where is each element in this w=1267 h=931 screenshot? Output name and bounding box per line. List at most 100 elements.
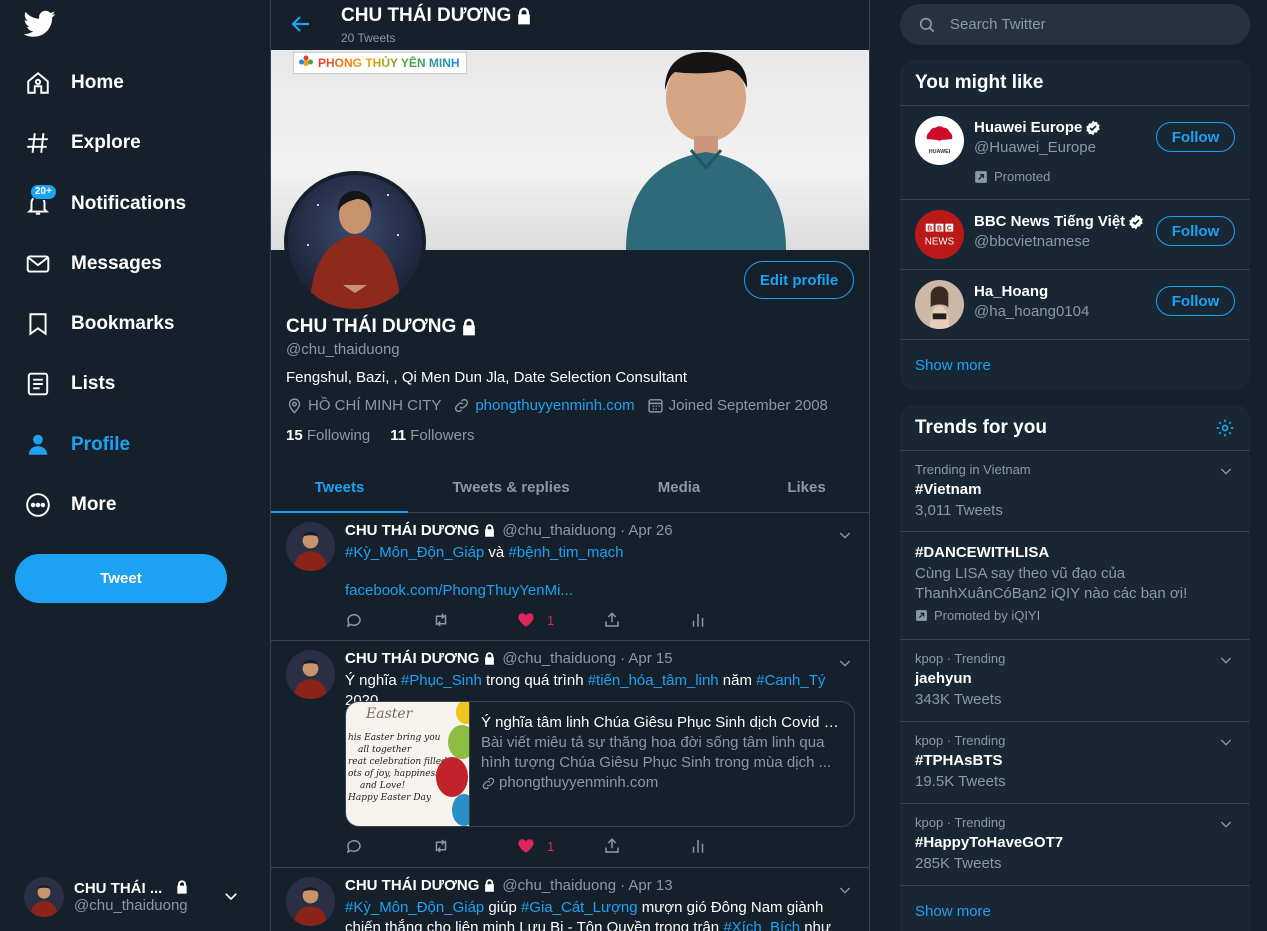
chevron-down-icon[interactable]: [1218, 463, 1234, 484]
user-suggestion[interactable]: Ha_Hoang @ha_hoang0104 Follow: [900, 270, 1250, 340]
analytics-button[interactable]: [689, 837, 775, 855]
flower-logo-icon: [299, 55, 313, 66]
like-button[interactable]: 1: [517, 837, 603, 855]
hashtag-link[interactable]: #Xích_Bích: [723, 919, 800, 931]
tab-tweets[interactable]: Tweets: [271, 461, 408, 513]
chevron-down-icon[interactable]: [1218, 734, 1234, 755]
followers-link[interactable]: 11 Followers: [390, 427, 474, 444]
tab-media[interactable]: Media: [614, 461, 744, 513]
tweet-author-name[interactable]: CHU THÁI DƯƠNG: [345, 877, 479, 894]
nav-lists[interactable]: Lists: [24, 364, 115, 404]
lock-icon: [482, 878, 497, 893]
user-suggestion[interactable]: HUAWEI Huawei Europe @Huawei_Europe Prom…: [900, 106, 1250, 200]
profile-website[interactable]: phongthuyyenminh.com: [453, 397, 635, 414]
tweet-date[interactable]: · Apr 15: [620, 650, 673, 667]
tweet-author-name[interactable]: CHU THÁI DƯƠNG: [345, 522, 479, 539]
nav-lists-label: Lists: [71, 373, 116, 394]
profile-avatar[interactable]: [284, 171, 426, 313]
share-button[interactable]: [603, 837, 689, 855]
list-icon: [24, 370, 52, 398]
trend-item[interactable]: kpop · Trending #TPHAsBTS 19.5K Tweets: [900, 722, 1250, 804]
profile-name-row: CHU THÁI DƯƠNG: [286, 316, 479, 338]
trend-context: Trending in Vietnam: [915, 462, 1031, 477]
tab-likes[interactable]: Likes: [744, 461, 869, 513]
tweet-date[interactable]: · Apr 13: [620, 877, 673, 894]
trend-item[interactable]: kpop · Trending #HappyToHaveGOT7 285K Tw…: [900, 804, 1250, 886]
tweet-link[interactable]: facebook.com/PhongThuyYenMi...: [345, 581, 855, 601]
nav-notifications[interactable]: 20+ Notifications: [24, 184, 186, 224]
show-more-link[interactable]: Show more: [900, 340, 1250, 390]
follow-button[interactable]: Follow: [1156, 122, 1235, 152]
hashtag-link[interactable]: #bệnh_tim_mạch: [508, 544, 623, 561]
avatar: B B C NEWS: [915, 210, 964, 259]
promoted-icon: [916, 610, 927, 621]
nav-explore[interactable]: Explore: [24, 123, 141, 163]
trend-description: Cùng LISA say theo vũ đạo của ThanhXuânC…: [915, 565, 1188, 602]
gear-icon[interactable]: [1215, 418, 1235, 438]
nav-profile[interactable]: Profile: [24, 425, 130, 465]
nav-messages[interactable]: Messages: [24, 244, 162, 284]
nav-bookmarks[interactable]: Bookmarks: [24, 304, 175, 344]
user-suggestion[interactable]: B B C NEWS BBC News Tiếng Việt @bbcvietname…: [900, 200, 1250, 270]
tweet-button[interactable]: Tweet: [15, 554, 227, 603]
avatar[interactable]: [286, 650, 335, 699]
reply-button[interactable]: [345, 611, 431, 629]
tweet-actions: 1: [345, 837, 775, 855]
website-link[interactable]: phongthuyyenminh.com: [475, 397, 634, 414]
search-box[interactable]: [900, 4, 1250, 45]
hashtag-link[interactable]: #Canh_Tý: [756, 672, 825, 689]
nav-explore-label: Explore: [71, 132, 141, 153]
hashtag-link[interactable]: #Phục_Sinh: [401, 672, 482, 689]
hashtag-link[interactable]: #Gia_Cát_Lượng: [521, 899, 638, 916]
analytics-button[interactable]: [689, 611, 775, 629]
search-input[interactable]: [950, 16, 1230, 33]
chevron-down-icon[interactable]: [1218, 816, 1234, 837]
user-name: Ha_Hoang: [974, 283, 1049, 300]
tweet-date[interactable]: · Apr 26: [620, 522, 673, 539]
link-card[interactable]: Easter his Easter bring you all together…: [345, 701, 855, 827]
trend-item[interactable]: Trending in Vietnam #Vietnam 3,011 Tweet…: [900, 451, 1250, 532]
user-handle: @Huawei_Europe: [974, 139, 1096, 156]
chevron-down-icon[interactable]: [1218, 652, 1234, 673]
account-switcher[interactable]: CHU THÁI ... @chu_thaiduong: [24, 873, 244, 921]
like-button[interactable]: 1: [517, 611, 603, 629]
followers-label: Followers: [410, 427, 475, 444]
tweet[interactable]: CHU THÁI DƯƠNG @chu_thaiduong · Apr 13 #…: [271, 868, 869, 931]
tweet-author-name[interactable]: CHU THÁI DƯƠNG: [345, 650, 479, 667]
hashtag-link[interactable]: #Kỳ_Môn_Độn_Giáp: [345, 544, 484, 561]
show-more-link[interactable]: Show more: [900, 886, 1250, 931]
trend-item[interactable]: #DANCEWITHLISA Cùng LISA say theo vũ đạo…: [900, 532, 1250, 640]
tweet[interactable]: CHU THÁI DƯƠNG @chu_thaiduong · Apr 15 Ý…: [271, 641, 869, 868]
edit-profile-button[interactable]: Edit profile: [744, 261, 854, 299]
hashtag-link[interactable]: #Kỳ_Môn_Độn_Giáp: [345, 899, 484, 916]
profile-joined: Joined September 2008: [647, 397, 828, 414]
tweet[interactable]: CHU THÁI DƯƠNG @chu_thaiduong · Apr 26 #…: [271, 513, 869, 641]
joined-text: Joined September 2008: [668, 397, 828, 414]
nav-home[interactable]: Home: [24, 63, 124, 103]
follow-button[interactable]: Follow: [1156, 216, 1235, 246]
retweet-button[interactable]: [431, 611, 517, 629]
svg-text:B: B: [937, 226, 942, 233]
retweet-button[interactable]: [431, 837, 517, 855]
calendar-icon: [648, 399, 663, 413]
heart-icon: [518, 613, 534, 627]
follow-button[interactable]: Follow: [1156, 286, 1235, 316]
following-link[interactable]: 15 Following: [286, 427, 370, 444]
trend-item[interactable]: kpop · Trending jaehyun 343K Tweets: [900, 640, 1250, 722]
lock-icon: [459, 317, 479, 337]
hashtag-link[interactable]: #tiến_hóa_tâm_linh: [588, 672, 719, 689]
avatar[interactable]: [286, 522, 335, 571]
tab-tweets-replies[interactable]: Tweets & replies: [408, 461, 614, 513]
avatar[interactable]: [286, 877, 335, 926]
huawei-logo-icon: HUAWEI: [926, 126, 953, 155]
home-icon: [24, 69, 52, 97]
reply-button[interactable]: [345, 837, 431, 855]
bbc-news-logo-icon: B B CNEWS: [915, 210, 964, 259]
nav-more[interactable]: More: [24, 485, 116, 525]
tweet-author-handle: @chu_thaiduong: [502, 650, 617, 667]
card-image-text: Easter: [366, 706, 413, 722]
share-button[interactable]: [603, 611, 689, 629]
bookmark-icon: [24, 310, 52, 338]
back-arrow-icon[interactable]: [289, 12, 313, 36]
twitter-bird-icon[interactable]: [23, 10, 56, 38]
